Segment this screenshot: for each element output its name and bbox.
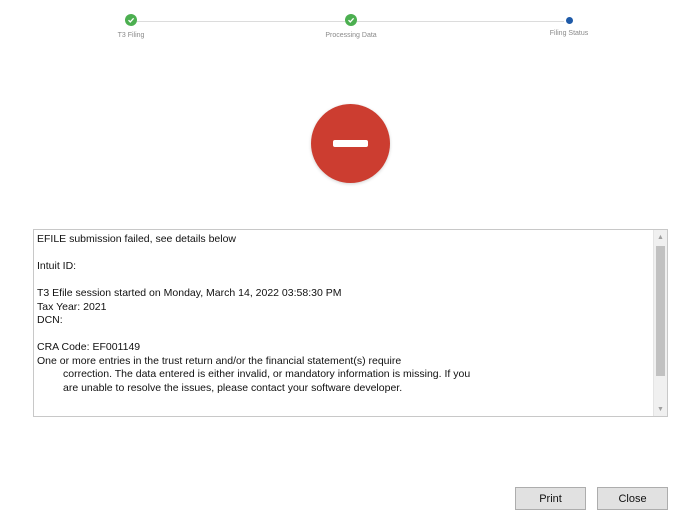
error-minus-circle-icon — [311, 104, 390, 183]
scroll-up-arrow-icon[interactable]: ▲ — [654, 230, 667, 244]
scroll-down-arrow-icon[interactable]: ▼ — [654, 402, 667, 416]
step-t3-filing: T3 Filing — [71, 14, 191, 39]
check-icon — [345, 14, 357, 26]
step-filing-status: Filing Status — [509, 14, 629, 37]
vertical-scrollbar[interactable]: ▲ ▼ — [653, 230, 667, 416]
log-line: One or more entries in the trust return … — [37, 354, 402, 367]
log-line: DCN: — [37, 314, 63, 326]
log-line: CRA Code: EF001149 — [37, 341, 141, 353]
scroll-thumb[interactable] — [656, 246, 665, 376]
log-line: correction. The data entered is either i… — [63, 368, 471, 380]
close-button[interactable]: Close — [597, 487, 668, 510]
efile-log-textbox[interactable]: EFILE submission failed, see details bel… — [33, 229, 668, 417]
step-label: T3 Filing — [117, 32, 145, 39]
check-icon — [125, 14, 137, 26]
log-line: T3 Efile session started on Monday, Marc… — [37, 287, 342, 299]
minus-bar — [333, 140, 368, 147]
current-step-dot-icon — [565, 17, 573, 24]
log-line: Tax Year: 2021 — [37, 300, 107, 313]
step-label: Filing Status — [549, 30, 589, 37]
print-button[interactable]: Print — [515, 487, 586, 510]
log-line: Intuit ID: — [37, 260, 77, 272]
log-line: are unable to resolve the issues, please… — [63, 381, 403, 394]
log-line: EFILE submission failed, see details bel… — [37, 233, 237, 245]
progress-stepper: T3 Filing Processing Data Filing Status — [0, 0, 687, 50]
log-content: EFILE submission failed, see details bel… — [37, 233, 651, 413]
step-label: Processing Data — [325, 32, 377, 39]
step-processing-data: Processing Data — [291, 14, 411, 39]
